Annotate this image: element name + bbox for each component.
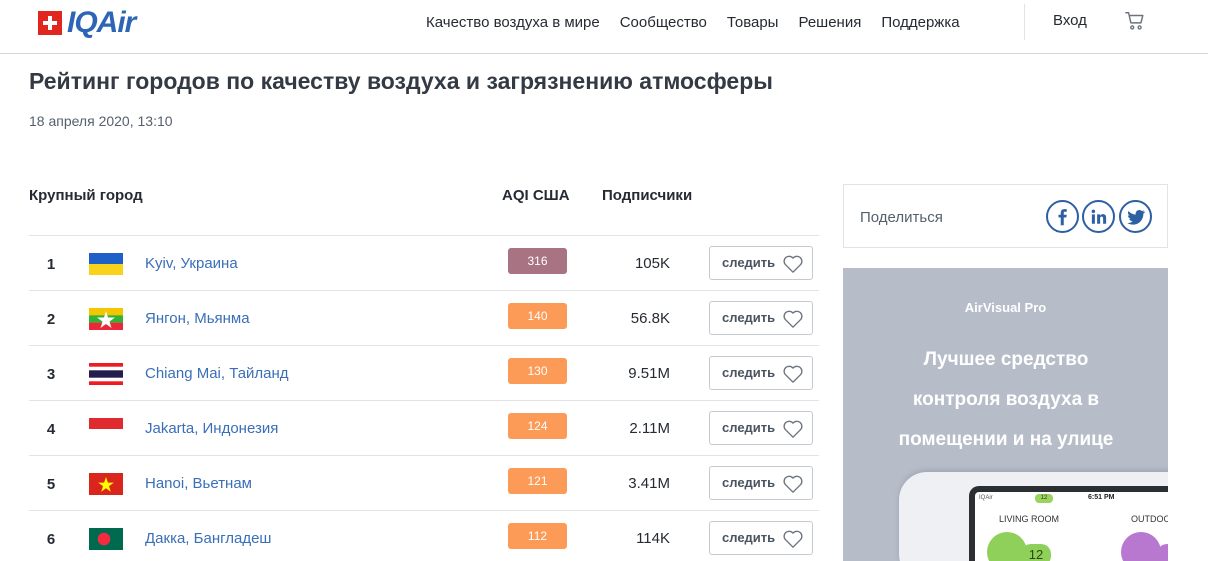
city-link[interactable]: Chiang Mai, Тайланд (145, 365, 289, 382)
flag-vietnam-icon (89, 473, 123, 495)
aqi-badge: 316 (508, 248, 567, 274)
table-row: 3 Chiang Mai, Тайланд 130 9.51M следить (29, 346, 819, 401)
city-link[interactable]: Дакка, Бангладеш (145, 530, 271, 547)
column-header-city: Крупный город (29, 187, 143, 204)
flag-thailand-icon (89, 363, 123, 385)
table-row: 5 Hanoi, Вьетнам 121 3.41M следить (29, 456, 819, 511)
table-row: 4 Jakarta, Индонезия 124 2.11M следить (29, 401, 819, 456)
twitter-icon[interactable] (1119, 200, 1152, 233)
city-link[interactable]: Янгон, Мьянма (145, 310, 250, 327)
nav-item-world-air-quality[interactable]: Качество воздуха в мире (426, 14, 600, 31)
screen-logo: IQAir (979, 495, 993, 501)
heart-icon (783, 420, 803, 438)
swiss-flag-icon (38, 11, 62, 35)
flag-myanmar-icon (89, 308, 123, 330)
iqair-logo[interactable]: IQAir (38, 6, 136, 40)
subscriber-count: 3.41M (628, 475, 670, 492)
main-nav: Качество воздуха в мире Сообщество Товар… (426, 12, 980, 32)
nav-item-community[interactable]: Сообщество (620, 14, 707, 31)
follow-button[interactable]: следить (709, 521, 813, 555)
screen-status-bar: IQAir 12 6:51 PM 210 (975, 492, 1168, 506)
heart-icon (783, 255, 803, 273)
nav-item-products[interactable]: Товары (727, 14, 779, 31)
ad-product-name: AirVisual Pro (964, 300, 1047, 315)
flag-bangladesh-icon (89, 528, 123, 550)
table-row: 2 Янгон, Мьянма 140 56.8K следить (29, 291, 819, 346)
outdoor-aqi-value (1157, 544, 1168, 561)
subscriber-count: 114K (636, 530, 670, 547)
rank-number: 6 (46, 531, 56, 548)
follow-label: следить (722, 530, 776, 545)
indoor-aqi-value: 12 (1021, 544, 1051, 561)
login-link[interactable]: Вход (1053, 12, 1087, 29)
rank-number: 1 (46, 256, 56, 273)
flag-ukraine-icon (89, 253, 123, 275)
subscriber-count: 2.11M (629, 420, 670, 437)
aqi-badge: 124 (508, 413, 567, 439)
logo-text: IQAir (67, 6, 136, 39)
table-row: 1 Kyiv, Украина 316 105K следить (29, 236, 819, 291)
rank-number: 2 (46, 311, 56, 328)
aqi-badge: 140 (508, 303, 567, 329)
aqi-badge: 121 (508, 468, 567, 494)
rank-number: 5 (46, 476, 56, 493)
follow-label: следить (722, 475, 776, 490)
table-row: 6 Дакка, Бангладеш 112 114K следить (29, 511, 819, 561)
follow-label: следить (722, 310, 776, 325)
city-link[interactable]: Kyiv, Украина (145, 255, 238, 272)
city-ranking-table: 1 Kyiv, Украина 316 105K следить 2 Янгон… (29, 236, 819, 561)
nav-item-support[interactable]: Поддержка (881, 14, 959, 31)
aqi-badge: 112 (508, 523, 567, 549)
facebook-icon[interactable] (1046, 200, 1079, 233)
heart-icon (783, 530, 803, 548)
heart-icon (783, 310, 803, 328)
page-title: Рейтинг городов по качеству воздуха и за… (29, 68, 773, 94)
linkedin-icon[interactable] (1082, 200, 1115, 233)
follow-label: следить (722, 365, 776, 380)
city-link[interactable]: Jakarta, Индонезия (145, 420, 278, 437)
heart-icon (783, 365, 803, 383)
follow-button[interactable]: следить (709, 411, 813, 445)
heart-icon (783, 475, 803, 493)
follow-button[interactable]: следить (709, 356, 813, 390)
living-room-label: LIVING ROOM (999, 514, 1060, 524)
table-header: Крупный город AQI США Подписчики (29, 187, 819, 207)
follow-button[interactable]: следить (709, 466, 813, 500)
cart-icon[interactable] (1124, 10, 1146, 32)
subscriber-count: 56.8K (630, 310, 670, 327)
nav-divider (1024, 4, 1025, 40)
flag-indonesia-icon (89, 418, 123, 440)
rank-number: 3 (46, 366, 56, 383)
subscriber-count: 105K (634, 255, 670, 272)
share-label: Поделиться (860, 209, 943, 226)
airvisual-pro-ad[interactable]: AirVisual Pro Лучшее средство контроля в… (843, 268, 1168, 561)
air-monitor-device: IQAir 12 6:51 PM 210 LIVING ROOM OUTDOOR… (899, 472, 1168, 561)
city-link[interactable]: Hanoi, Вьетнам (145, 475, 252, 492)
page-date: 18 апреля 2020, 13:10 (29, 113, 173, 129)
subscriber-count: 9.51M (628, 365, 670, 382)
follow-label: следить (722, 255, 776, 270)
column-header-aqi: AQI США (502, 187, 570, 204)
device-screen: IQAir 12 6:51 PM 210 LIVING ROOM OUTDOOR… (969, 486, 1168, 561)
follow-button[interactable]: следить (709, 246, 813, 280)
follow-label: следить (722, 420, 776, 435)
screen-time: 6:51 PM (1088, 494, 1115, 501)
indoor-aqi-pill: 12 (1035, 494, 1053, 503)
share-box: Поделиться (843, 184, 1168, 248)
nav-item-solutions[interactable]: Решения (798, 14, 861, 31)
ad-headline: Лучшее средство контроля воздуха в помещ… (898, 349, 1114, 450)
aqi-badge: 130 (508, 358, 567, 384)
outdoor-label: OUTDOOR (1131, 514, 1168, 524)
mask-face-icon (1121, 532, 1161, 561)
column-header-subscribers: Подписчики (602, 187, 693, 204)
rank-number: 4 (46, 421, 56, 438)
top-header: IQAir Качество воздуха в мире Сообщество… (0, 0, 1208, 54)
follow-button[interactable]: следить (709, 301, 813, 335)
